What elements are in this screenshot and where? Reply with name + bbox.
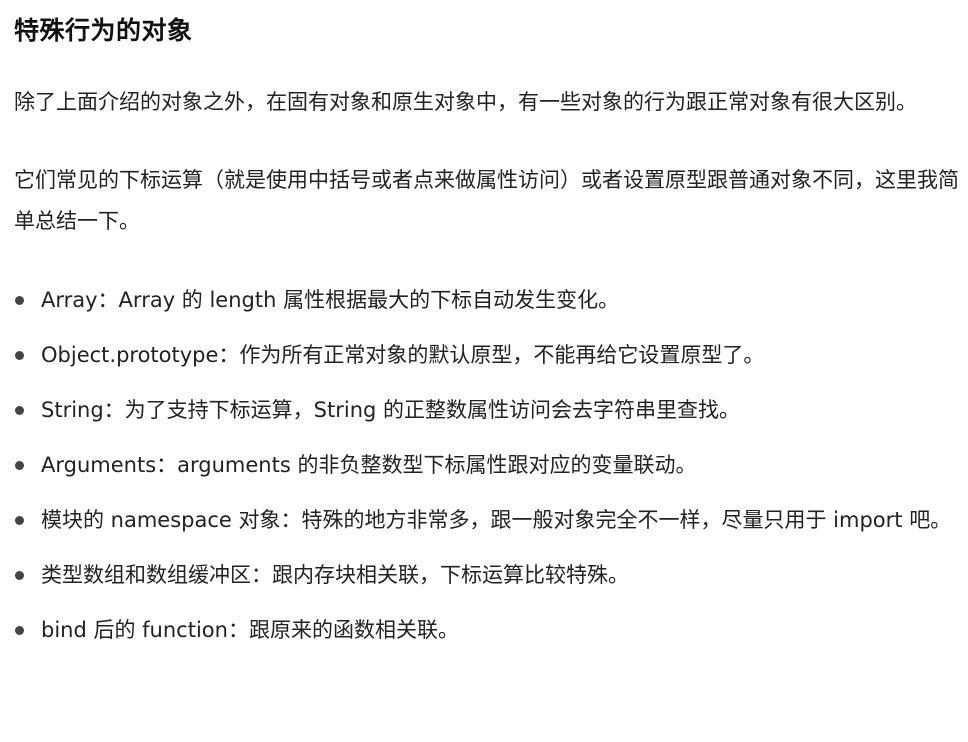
special-objects-list: Array：Array 的 length 属性根据最大的下标自动发生变化。 Ob… xyxy=(14,280,959,651)
list-item-arguments: Arguments：arguments 的非负整数型下标属性跟对应的变量联动。 xyxy=(14,445,959,486)
list-item-text: 模块的 namespace 对象：特殊的地方非常多，跟一般对象完全不一样，尽量只… xyxy=(41,508,952,532)
list-item-bound-function: bind 后的 function：跟原来的函数相关联。 xyxy=(14,610,959,651)
list-item-typed-array: 类型数组和数组缓冲区：跟内存块相关联，下标运算比较特殊。 xyxy=(14,555,959,596)
list-item-object-prototype: Object.prototype：作为所有正常对象的默认原型，不能再给它设置原型… xyxy=(14,335,959,376)
bullet-dot-icon xyxy=(15,626,24,635)
summary-paragraph: 它们常见的下标运算（就是使用中括号或者点来做属性访问）或者设置原型跟普通对象不同… xyxy=(14,168,959,233)
intro-paragraph: 除了上面介绍的对象之外，在固有对象和原生对象中，有一些对象的行为跟正常对象有很大… xyxy=(14,90,917,114)
bullet-dot-icon xyxy=(15,351,24,360)
bullet-dot-icon xyxy=(15,571,24,580)
article-content: 特殊行为的对象 除了上面介绍的对象之外，在固有对象和原生对象中，有一些对象的行为… xyxy=(0,0,968,742)
list-item-text: Arguments：arguments 的非负整数型下标属性跟对应的变量联动。 xyxy=(41,453,697,477)
bullet-dot-icon xyxy=(15,516,24,525)
bullet-dot-icon xyxy=(15,461,24,470)
list-item-text: 类型数组和数组缓冲区：跟内存块相关联，下标运算比较特殊。 xyxy=(41,563,629,587)
list-item-string: String：为了支持下标运算，String 的正整数属性访问会去字符串里查找。 xyxy=(14,390,959,431)
section-heading: 特殊行为的对象 xyxy=(14,16,193,45)
list-item-text: String：为了支持下标运算，String 的正整数属性访问会去字符串里查找。 xyxy=(41,398,741,422)
list-item-text: Array：Array 的 length 属性根据最大的下标自动发生变化。 xyxy=(41,288,620,312)
bullet-dot-icon xyxy=(15,296,24,305)
bullet-dot-icon xyxy=(15,406,24,415)
list-item-text: bind 后的 function：跟原来的函数相关联。 xyxy=(41,618,459,642)
list-item-module-namespace: 模块的 namespace 对象：特殊的地方非常多，跟一般对象完全不一样，尽量只… xyxy=(14,500,959,541)
list-item-array: Array：Array 的 length 属性根据最大的下标自动发生变化。 xyxy=(14,280,959,321)
list-item-text: Object.prototype：作为所有正常对象的默认原型，不能再给它设置原型… xyxy=(41,343,765,367)
